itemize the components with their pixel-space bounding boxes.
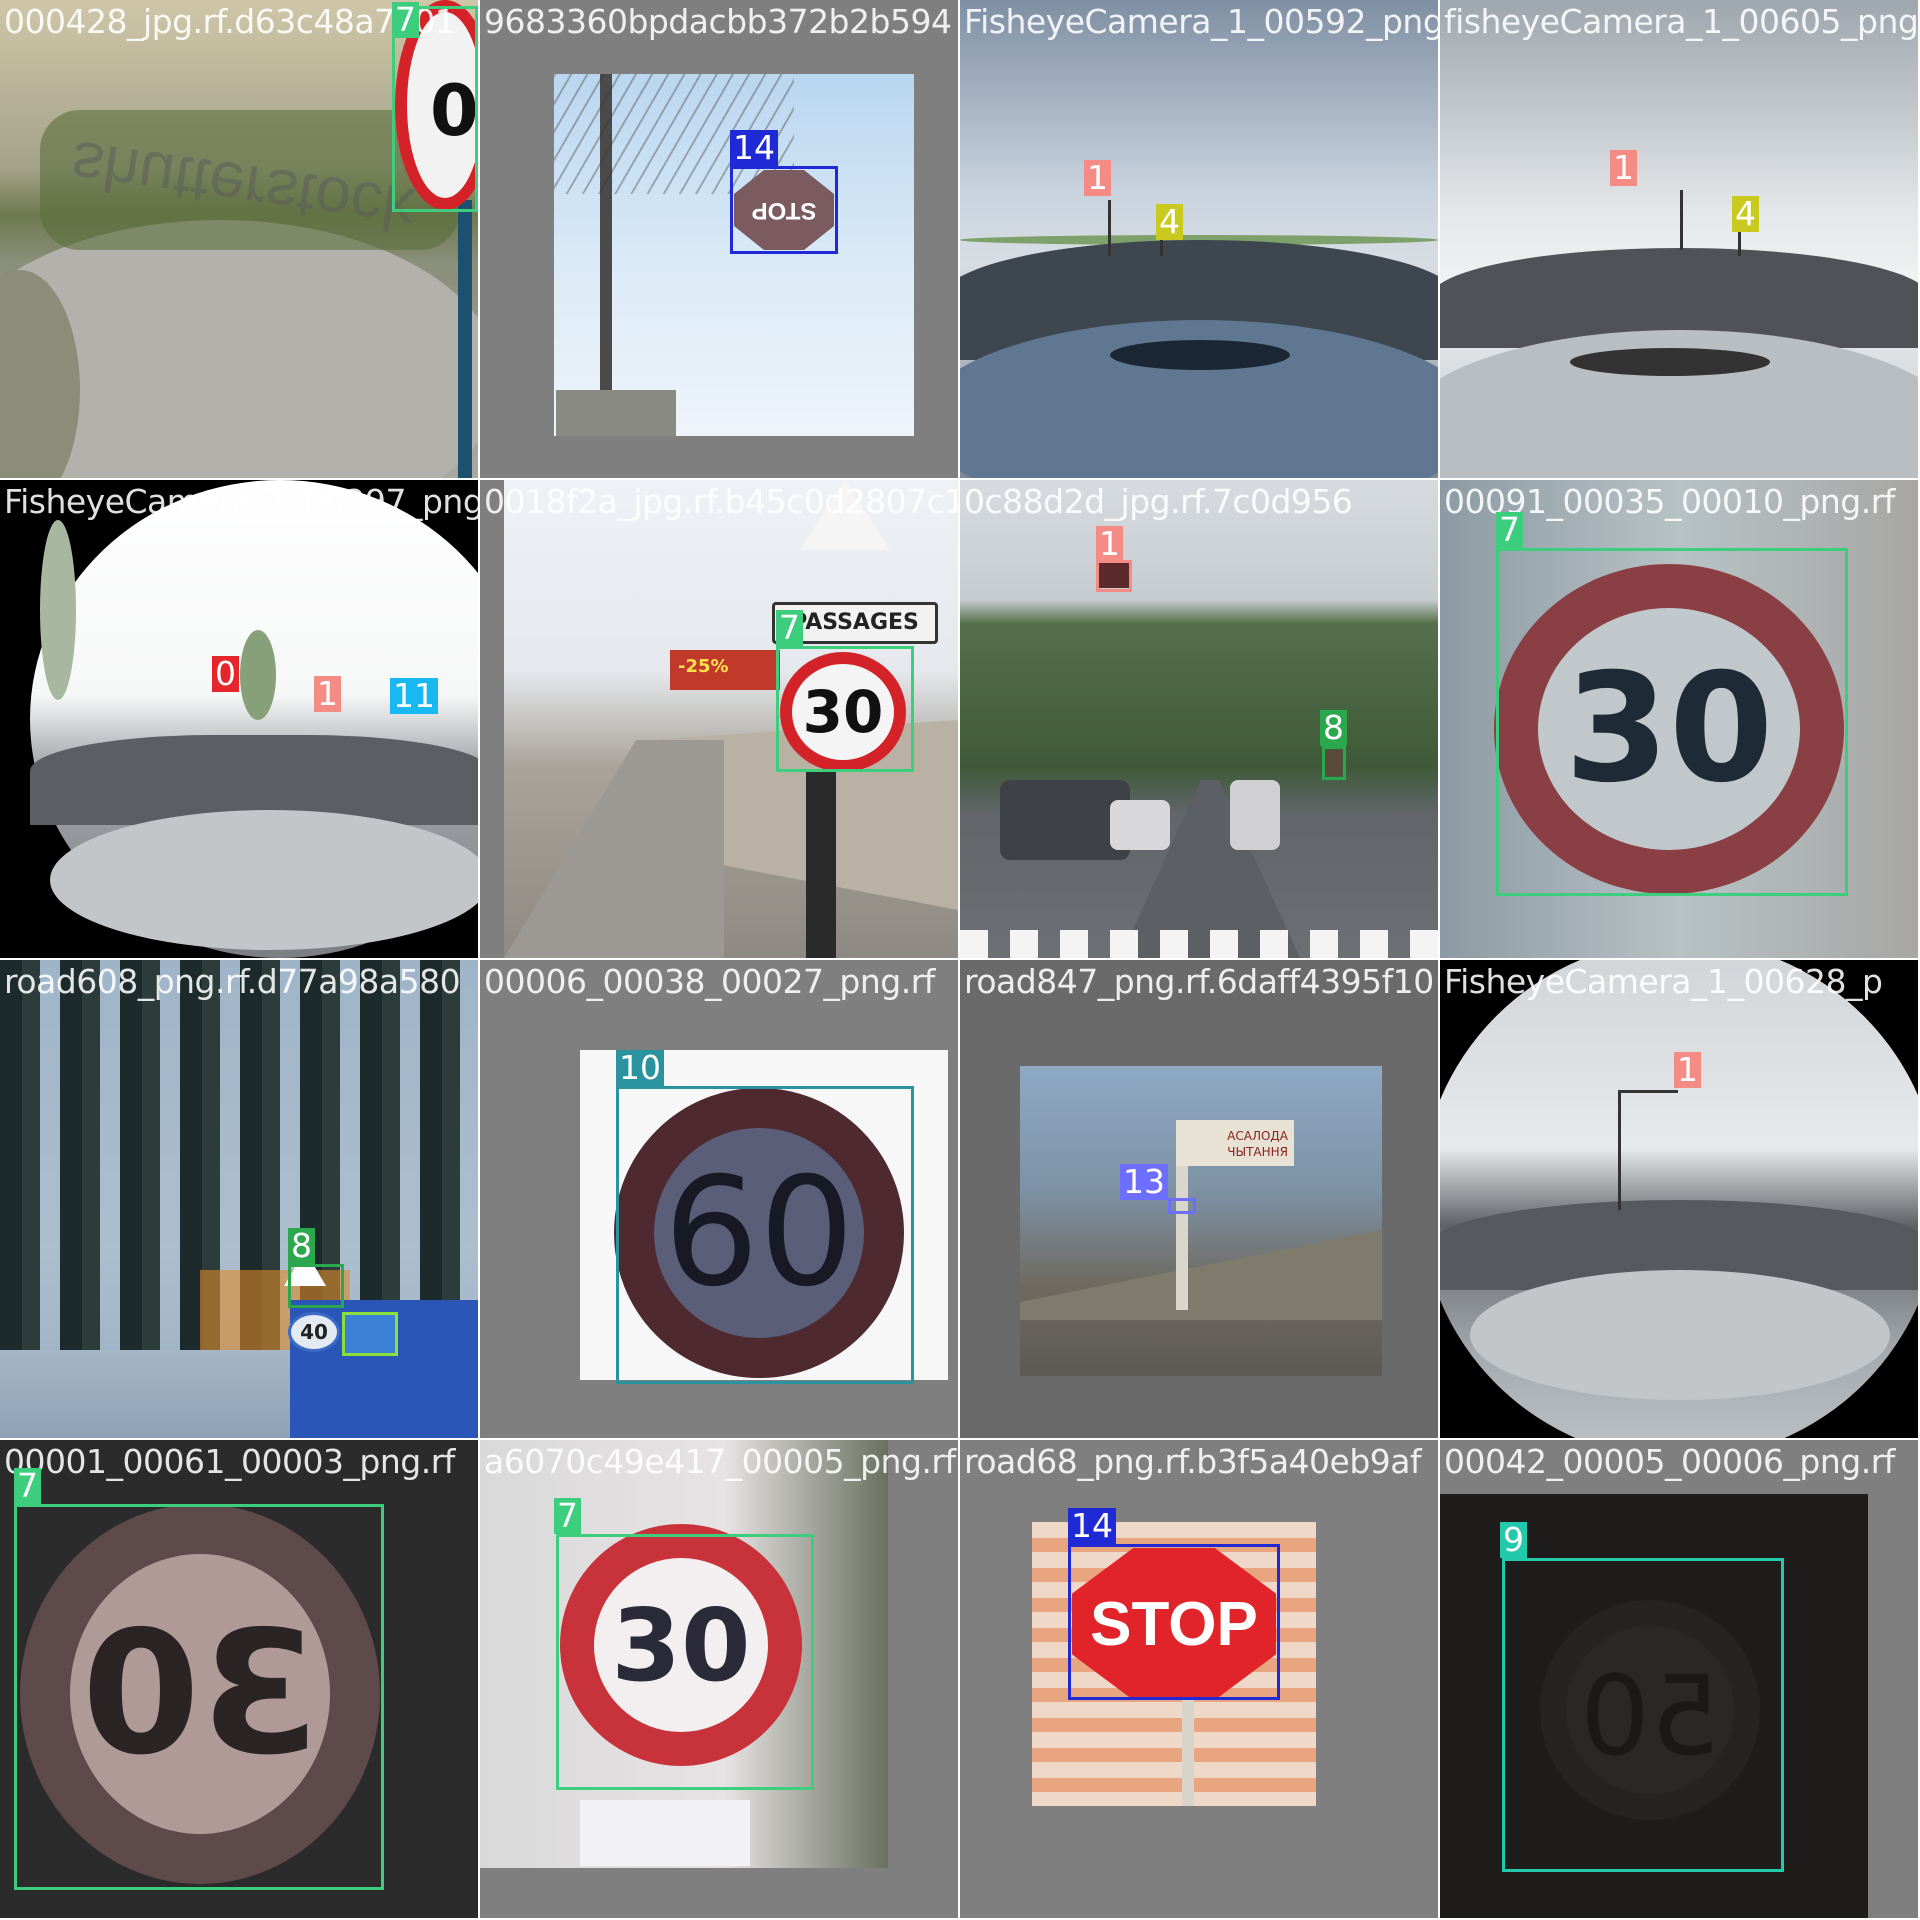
tile-4[interactable]: fisheyeCamera_1_00605_png 1 4 (1440, 0, 1918, 478)
tile-filename: a6070c49e417_00005_png.rf (484, 1442, 956, 1481)
bbox-class-7 (14, 1504, 384, 1890)
tile-6[interactable]: -25% PASSAGES 30 0018f2a_jpg.rf.b45c0d28… (480, 480, 958, 958)
bbox-class-14 (730, 166, 838, 254)
bbox-class-10 (616, 1086, 914, 1384)
label-class-8: 8 (1320, 710, 1347, 746)
label-class-1: 1 (1096, 526, 1123, 562)
scene-stop-sky: STOP (480, 0, 958, 478)
tile-filename: 00001_00061_00003_png.rf (4, 1442, 455, 1481)
scene-forest-road: 40 (0, 960, 478, 1438)
tile-3[interactable]: FisheyeCamera_1_00592_png 1 4 (960, 0, 1438, 478)
scene-highway: АСАЛОДА ЧЫТАННЯ (960, 960, 1438, 1438)
ad-text: -25% (678, 656, 729, 677)
label-class-11: 11 (390, 678, 438, 714)
bbox-class-8 (1322, 746, 1346, 780)
tile-1[interactable]: shutterstock 08 000428_jpg.rf.d63c48a7e0… (0, 0, 478, 478)
tile-filename: 9683360bpdacbb372b2b594 (484, 2, 952, 41)
label-class-1: 1 (1610, 150, 1637, 186)
tile-filename: fisheyeCamera_1_00605_png (1444, 2, 1918, 41)
tile-9[interactable]: 40 road608_png.rf.d77a98a580 8 (0, 960, 478, 1438)
bbox-class-9 (1502, 1558, 1784, 1872)
label-class-8: 8 (288, 1228, 315, 1264)
tile-11[interactable]: АСАЛОДА ЧЫТАННЯ road847_png.rf.6daff4395… (960, 960, 1438, 1438)
scene-fisheye (1440, 960, 1918, 1438)
scene-city-street (960, 480, 1438, 958)
tile-filename: 0018f2a_jpg.rf.b45c0d2807c1 (484, 482, 958, 521)
tile-filename: 0c88d2d_jpg.rf.7c0d956 (964, 482, 1353, 521)
label-class-4: 4 (1732, 196, 1759, 232)
tile-14[interactable]: 30 a6070c49e417_00005_png.rf 7 (480, 1440, 958, 1918)
tile-filename: FisheyeCamera_1_00297_png (4, 482, 478, 521)
label-class-14: 14 (730, 130, 778, 166)
label-class-7: 7 (554, 1498, 581, 1534)
image-mosaic: shutterstock 08 000428_jpg.rf.d63c48a7e0… (0, 0, 1920, 1920)
tile-filename: FisheyeCamera_1_00592_png (964, 2, 1438, 41)
tile-7[interactable]: 0c88d2d_jpg.rf.7c0d956 1 8 (960, 480, 1438, 958)
tile-13[interactable]: 30 00001_00061_00003_png.rf 7 (0, 1440, 478, 1918)
tile-5[interactable]: FisheyeCamera_1_00297_png 0 1 11 (0, 480, 478, 958)
bbox-class-1 (1096, 560, 1132, 592)
label-class-13: 13 (1120, 1164, 1168, 1200)
tile-2[interactable]: STOP 9683360bpdacbb372b2b594 14 (480, 0, 958, 478)
label-class-1: 1 (1674, 1052, 1701, 1088)
billboard: АСАЛОДА ЧЫТАННЯ (1176, 1120, 1294, 1166)
scene-fisheye (960, 0, 1438, 478)
bbox-class-14 (1068, 1544, 1280, 1700)
label-class-1: 1 (1084, 160, 1111, 196)
speed-sign-40: 40 (288, 1312, 340, 1352)
label-class-7: 7 (776, 610, 803, 646)
label-class-7: 7 (392, 2, 419, 38)
tile-15[interactable]: STOP road68_png.rf.b3f5a40eb9af 14 (960, 1440, 1438, 1918)
tile-filename: road608_png.rf.d77a98a580 (4, 962, 461, 1001)
tile-filename: FisheyeCamera_1_00628_p (1444, 962, 1883, 1001)
label-class-7: 7 (1496, 512, 1523, 548)
label-class-0: 0 (212, 656, 239, 692)
label-class-9: 9 (1500, 1522, 1527, 1558)
tile-filename: 00006_00038_00027_png.rf (484, 962, 935, 1001)
tile-filename: 000428_jpg.rf.d63c48a7e01 (4, 2, 456, 41)
tile-filename: 00042_00005_00006_png.rf (1444, 1442, 1895, 1481)
label-class-7: 7 (14, 1468, 41, 1504)
bbox-class-7 (1496, 548, 1848, 896)
tile-8[interactable]: 30 00091_00035_00010_png.rf 7 (1440, 480, 1918, 958)
scene-fisheye-round (0, 480, 478, 958)
tile-10[interactable]: 60 00006_00038_00027_png.rf 10 (480, 960, 958, 1438)
scene-fisheye (1440, 0, 1918, 478)
bbox-class-8 (288, 1264, 344, 1308)
bbox-class-7 (556, 1534, 814, 1790)
bbox-class-13 (1168, 1198, 1196, 1214)
label-class-4: 4 (1156, 204, 1183, 240)
tile-12[interactable]: FisheyeCamera_1_00628_p 1 (1440, 960, 1918, 1438)
label-class-10: 10 (616, 1050, 664, 1086)
tile-16[interactable]: 50 00042_00005_00006_png.rf 9 (1440, 1440, 1918, 1918)
tile-filename: road847_png.rf.6daff4395f10 (964, 962, 1434, 1001)
bbox-class-7 (776, 646, 914, 772)
tile-filename: road68_png.rf.b3f5a40eb9af (964, 1442, 1422, 1481)
label-class-14: 14 (1068, 1508, 1116, 1544)
label-class-1: 1 (314, 676, 341, 712)
